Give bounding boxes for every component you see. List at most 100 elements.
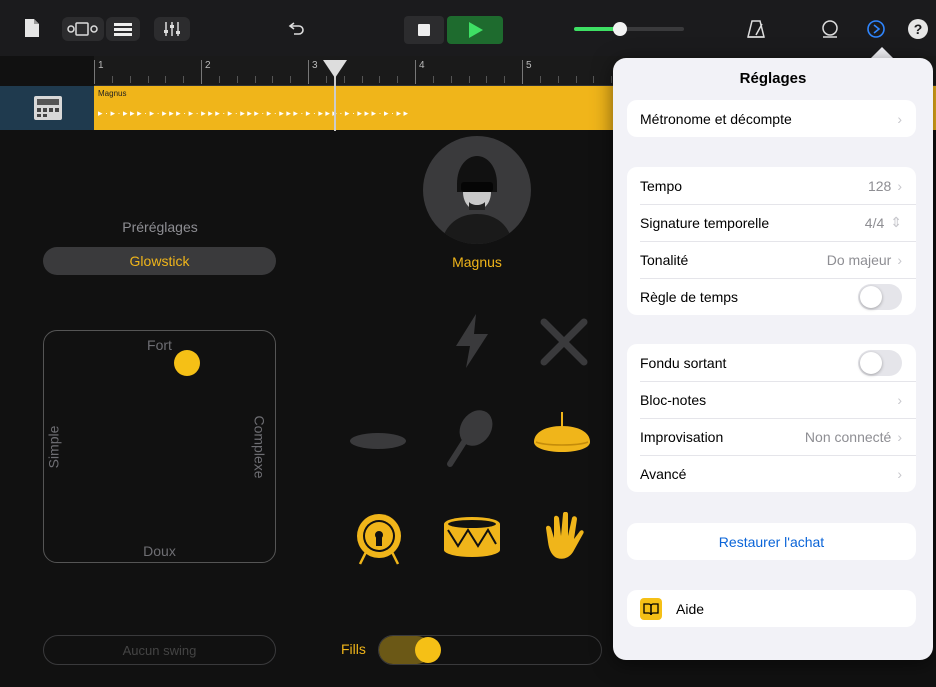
track-view-button[interactable] xyxy=(62,17,104,41)
shaker-icon[interactable] xyxy=(444,408,496,475)
mixer-icon[interactable] xyxy=(154,17,190,41)
ruler-mark: 3 xyxy=(312,60,318,71)
ruler-tick xyxy=(147,76,149,83)
hihat-icon[interactable] xyxy=(530,412,594,463)
snare-drum-icon[interactable] xyxy=(442,514,502,565)
cymbal-icon[interactable] xyxy=(348,426,408,457)
ruler-mark: 5 xyxy=(526,60,532,71)
metronome-row[interactable]: Métronome et décompte › xyxy=(627,100,916,137)
ruler-tick xyxy=(129,76,131,83)
ruler-tick xyxy=(468,76,470,83)
volume-slider-icon[interactable] xyxy=(574,21,684,37)
fills-slider-knob[interactable] xyxy=(415,637,441,663)
tracks-view-icon[interactable] xyxy=(106,17,140,41)
metronome-label: Métronome et décompte xyxy=(640,110,792,127)
fills-slider[interactable] xyxy=(378,635,602,665)
play-button[interactable] xyxy=(447,16,503,44)
advanced-label: Avancé xyxy=(640,465,687,482)
ruler-tick xyxy=(165,76,167,83)
help-row[interactable]: Aide xyxy=(627,590,916,627)
tempo-row[interactable]: Tempo 128 › xyxy=(627,167,916,204)
complexity-volume-pad[interactable]: Fort Doux Simple Complexe xyxy=(43,330,276,563)
ruler-tick xyxy=(290,76,292,83)
advanced-row[interactable]: Avancé › xyxy=(627,455,916,492)
loop-icon[interactable] xyxy=(818,17,842,41)
playhead-handle[interactable] xyxy=(323,60,347,78)
ruler-tick xyxy=(183,76,185,83)
settings-popover: Réglages Métronome et décompte › Tempo 1… xyxy=(613,58,933,660)
time-signature-row[interactable]: Signature temporelle 4/4 ⇕ xyxy=(627,204,916,241)
ruler-bar-line xyxy=(522,60,523,84)
fade-out-toggle[interactable] xyxy=(858,349,902,376)
chevron-right-icon: › xyxy=(897,177,902,194)
chevron-right-icon: › xyxy=(897,251,902,268)
ruler-tick xyxy=(111,76,113,83)
fade-out-row: Fondu sortant xyxy=(627,344,916,381)
jam-session-label: Improvisation xyxy=(640,428,724,445)
time-ruler-toggle[interactable] xyxy=(858,283,902,310)
time-ruler-label: Règle de temps xyxy=(640,288,739,305)
undo-icon[interactable] xyxy=(284,18,308,42)
notepad-row[interactable]: Bloc-notes › xyxy=(627,381,916,418)
chevron-updown-icon: ⇕ xyxy=(890,214,902,230)
jam-session-row[interactable]: Improvisation Non connecté › xyxy=(627,418,916,455)
key-row[interactable]: Tonalité Do majeur › xyxy=(627,241,916,278)
time-ruler-row: Règle de temps xyxy=(627,278,916,315)
drummer-avatar[interactable] xyxy=(423,136,531,244)
percussion-lightning-icon[interactable] xyxy=(450,312,494,375)
stop-button[interactable] xyxy=(404,16,444,44)
settings-group-help: Aide xyxy=(627,590,916,627)
ruler-bar-line xyxy=(415,60,416,84)
region-label: Magnus xyxy=(98,89,127,98)
ruler-bar-line xyxy=(308,60,309,84)
ruler-tick xyxy=(486,76,488,83)
tempo-label: Tempo xyxy=(640,177,683,194)
help-icon[interactable]: ? xyxy=(906,17,930,41)
ruler-tick xyxy=(361,76,363,83)
ruler-mark: 1 xyxy=(98,60,104,71)
chevron-right-icon: › xyxy=(897,391,902,408)
ruler-tick xyxy=(611,76,613,83)
settings-group-metronome: Métronome et décompte › xyxy=(627,100,916,137)
pad-label-right: Complexe xyxy=(251,415,268,479)
settings-icon[interactable] xyxy=(864,17,888,41)
preset-button[interactable]: Glowstick xyxy=(43,247,276,275)
ruler-tick xyxy=(218,76,220,83)
svg-text:?: ? xyxy=(914,21,923,37)
swing-button[interactable]: Aucun swing xyxy=(43,635,276,665)
sticks-icon[interactable] xyxy=(538,316,590,373)
pad-label-bottom: Doux xyxy=(143,543,176,559)
time-signature-label: Signature temporelle xyxy=(640,214,770,231)
ruler-tick xyxy=(450,76,452,83)
kick-drum-icon[interactable] xyxy=(354,512,404,571)
pad-label-left: Simple xyxy=(45,425,62,469)
key-value: Do majeur xyxy=(826,251,892,268)
drummer-name: Magnus xyxy=(452,254,502,270)
restore-purchase-button[interactable]: Restaurer l'achat xyxy=(627,523,916,560)
ruler-tick xyxy=(397,76,399,83)
notepad-label: Bloc-notes xyxy=(640,391,707,408)
track-header[interactable] xyxy=(0,86,94,130)
drum-machine-icon xyxy=(34,96,62,120)
play-icon xyxy=(469,22,483,38)
ruler-mark: 2 xyxy=(205,60,211,71)
fills-label: Fills xyxy=(341,641,366,657)
tempo-value: 128 xyxy=(867,177,892,194)
ruler-bar-line xyxy=(94,60,95,84)
key-label: Tonalité xyxy=(640,251,689,268)
ruler-tick xyxy=(539,76,541,83)
ruler-tick xyxy=(272,76,274,83)
ruler-tick xyxy=(254,76,256,83)
ruler-tick xyxy=(379,76,381,83)
chevron-right-icon: › xyxy=(897,110,902,127)
fade-out-label: Fondu sortant xyxy=(640,354,727,371)
help-label: Aide xyxy=(676,600,705,617)
chevron-right-icon: › xyxy=(897,428,902,445)
book-icon xyxy=(640,597,662,620)
pad-puck[interactable] xyxy=(174,350,200,376)
ruler-tick xyxy=(432,76,434,83)
metronome-icon[interactable] xyxy=(744,17,768,41)
document-icon[interactable] xyxy=(22,16,42,40)
settings-group-song: Tempo 128 › Signature temporelle 4/4 ⇕ T… xyxy=(627,167,916,315)
hand-clap-icon[interactable] xyxy=(540,511,588,567)
